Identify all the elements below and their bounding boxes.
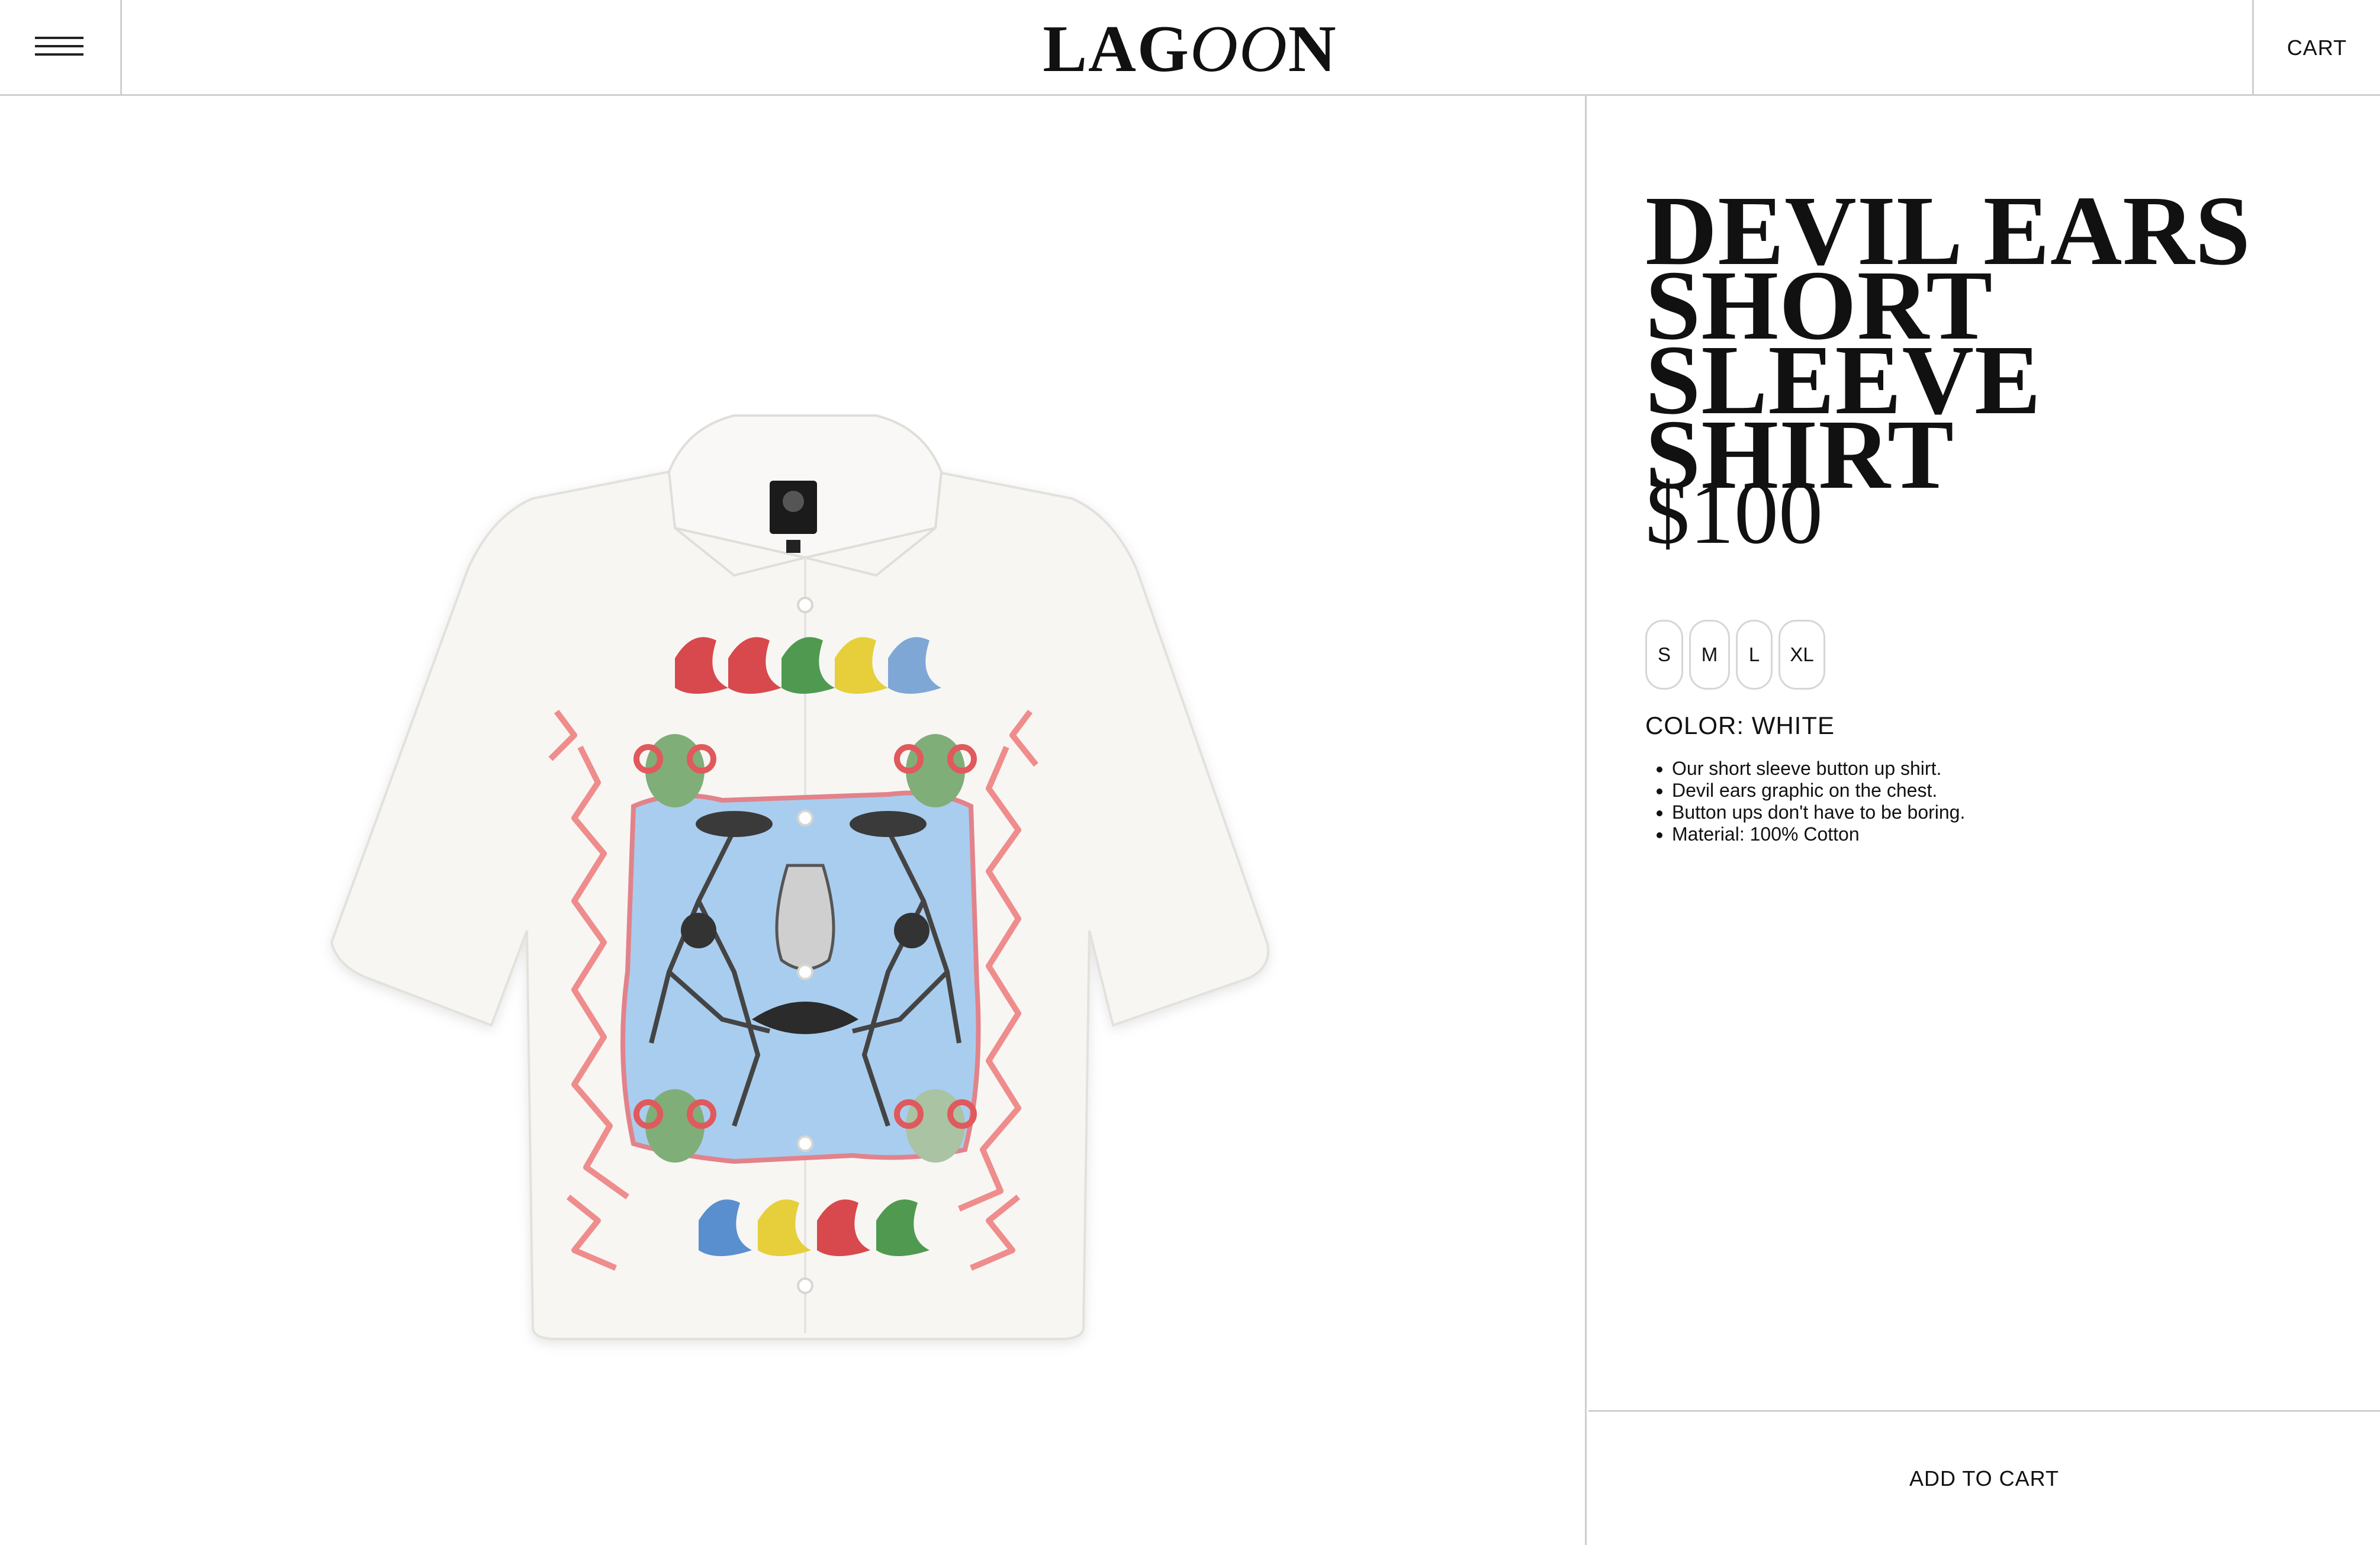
product-details: DEVIL EARS SHORT SLEEVE SHIRT $100 S M L… [1588,96,2380,1545]
graphic-eye-left [696,811,773,837]
menu-button[interactable] [0,0,122,96]
size-option-s[interactable]: S [1645,620,1683,690]
size-option-xl[interactable]: XL [1778,620,1825,690]
product-price: $100 [1645,464,1823,562]
logo-part-3: N [1288,12,1337,86]
feature-item: Material: 100% Cotton [1672,823,2344,845]
logo-part-2: OO [1190,12,1288,86]
cart-button[interactable]: CART [2252,0,2380,96]
product-image [330,414,1269,1340]
site-logo[interactable]: LAGOON [1006,11,1374,88]
size-option-m[interactable]: M [1689,620,1730,690]
product-title: DEVIL EARS SHORT SLEEVE SHIRT [1645,176,2252,510]
graphic-eye-right [850,811,927,837]
size-option-l[interactable]: L [1736,620,1773,690]
logo-part-1: LAG [1043,12,1191,86]
feature-item: Button ups don't have to be boring. [1672,802,2344,823]
feature-item: Devil ears graphic on the chest. [1672,780,2344,802]
color-label: COLOR: WHITE [1645,712,1835,739]
feature-list: Our short sleeve button up shirt. Devil … [1645,758,2344,845]
cart-label: CART [2286,36,2347,60]
feature-item: Our short sleeve button up shirt. [1672,758,2344,780]
add-to-cart-button[interactable]: ADD TO CART [1588,1410,2380,1545]
size-selector: S M L XL [1645,620,1825,690]
add-to-cart-label: ADD TO CART [1909,1466,2060,1491]
graphic-nose [775,864,835,971]
site-header: LAGOON CART [0,0,2380,96]
product-image-panel [0,96,1587,1545]
